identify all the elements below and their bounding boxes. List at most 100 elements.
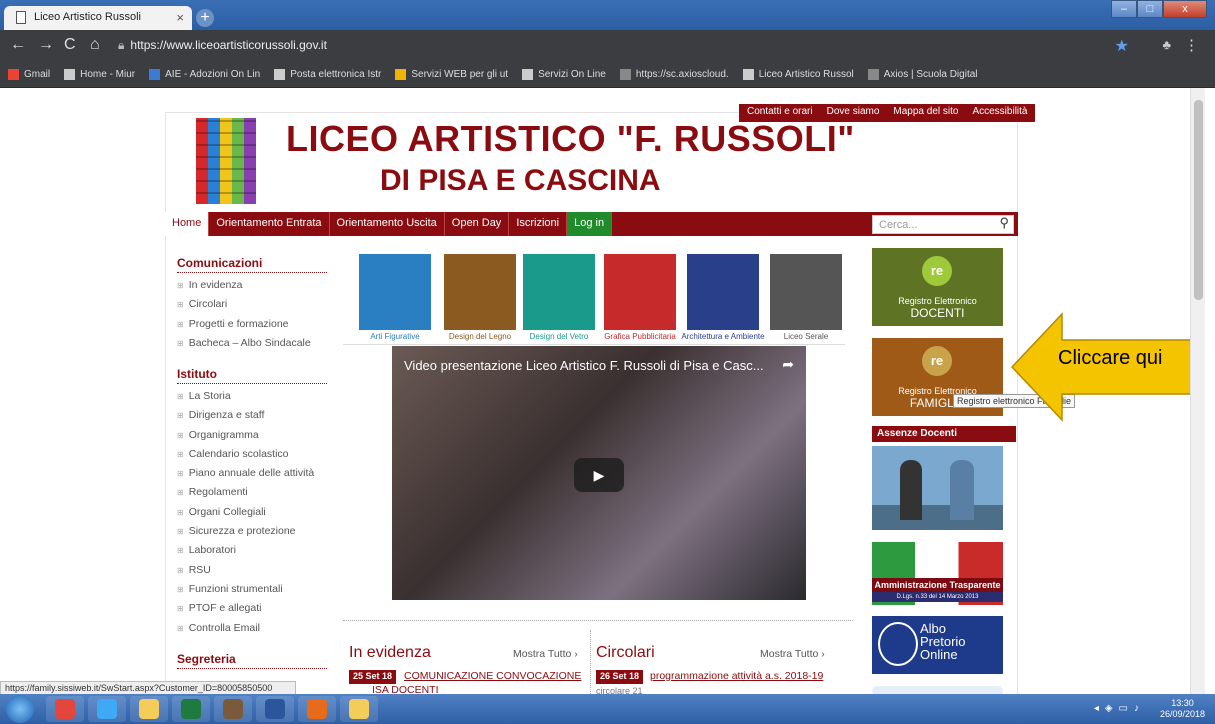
sidebar-item[interactable]: Funzioni strumentali bbox=[177, 580, 327, 599]
sidebar-item[interactable]: Circolari bbox=[177, 295, 327, 314]
bookmark-label: Gmail bbox=[24, 69, 51, 80]
nav-orientamento-entrata[interactable]: Orientamento Entrata bbox=[209, 212, 330, 236]
figure-silhouette bbox=[950, 460, 974, 520]
share-icon[interactable]: ➦ bbox=[782, 356, 794, 373]
tile-2[interactable]: Design del Vetro bbox=[523, 254, 595, 341]
minimize-button[interactable]: – bbox=[1111, 0, 1137, 18]
nav-iscrizioni[interactable]: Iscrizioni bbox=[509, 212, 568, 236]
bookmark-item[interactable]: Servizi WEB per gli ut bbox=[395, 69, 508, 80]
bookmark-item[interactable]: Servizi On Line bbox=[522, 69, 606, 80]
bookmark-item[interactable]: Home - Miur bbox=[64, 69, 135, 80]
assenze-image[interactable] bbox=[872, 446, 1003, 530]
evidenza-news-link-2[interactable]: ISA DOCENTI bbox=[372, 684, 439, 694]
tile-3[interactable]: Grafica Pubblicitaria bbox=[604, 254, 676, 341]
sidebar-item[interactable]: Laboratori bbox=[177, 541, 327, 560]
tile-0[interactable]: Arti Figurative bbox=[359, 254, 431, 341]
taskbar-app[interactable] bbox=[214, 696, 252, 722]
status-url: https://family.sissiweb.it/SwStart.aspx?… bbox=[0, 681, 296, 695]
registro-docenti-label-2: DOCENTI bbox=[910, 306, 965, 320]
albo-pretorio-banner[interactable]: Albo Pretorio Online bbox=[872, 616, 1003, 674]
nav-open-day[interactable]: Open Day bbox=[445, 212, 510, 236]
taskbar-app[interactable] bbox=[298, 696, 336, 722]
circolari-date: 26 Set 18 bbox=[596, 670, 644, 684]
page-icon bbox=[274, 69, 286, 80]
address-bar[interactable]: 🔒︎ https://www.liceoartisticorussoli.gov.… bbox=[118, 38, 327, 53]
page-icon bbox=[16, 11, 26, 24]
tile-label: Design del Vetro bbox=[529, 332, 589, 341]
bookmark-item[interactable]: Posta elettronica Istr bbox=[274, 69, 381, 80]
sidebar-item[interactable]: Organigramma bbox=[177, 426, 327, 445]
sidebar-item[interactable]: Regolamenti bbox=[177, 483, 327, 502]
video-player[interactable]: Video presentazione Liceo Artistico F. R… bbox=[392, 346, 806, 600]
search-icon[interactable]: ⚲ bbox=[999, 215, 1009, 231]
evidenza-more-link[interactable]: Mostra Tutto › bbox=[513, 648, 578, 660]
start-button[interactable] bbox=[6, 695, 34, 723]
sidebar-item[interactable]: PTOF e allegati bbox=[177, 599, 327, 618]
bookmark-label: Home - Miur bbox=[80, 69, 136, 80]
sidebar-item[interactable]: In evidenza bbox=[177, 276, 327, 295]
taskbar-app[interactable] bbox=[256, 696, 294, 722]
reload-icon[interactable]: C bbox=[64, 36, 76, 54]
play-button[interactable]: ▶ bbox=[574, 458, 624, 492]
bookmark-item[interactable]: Gmail bbox=[8, 69, 50, 80]
page-scrollbar[interactable] bbox=[1190, 88, 1205, 694]
tile-4[interactable]: Architettura e Ambiente bbox=[681, 254, 765, 341]
registro-docenti-banner[interactable]: re Registro Elettronico DOCENTI bbox=[872, 248, 1003, 326]
home-icon[interactable]: ⌂ bbox=[90, 36, 100, 54]
forward-icon[interactable]: → bbox=[38, 36, 54, 54]
cookies-banner[interactable] bbox=[872, 686, 1003, 694]
bookmark-star-icon[interactable]: ★ bbox=[1115, 36, 1129, 56]
sidebar-item[interactable]: Controlla Email bbox=[177, 619, 327, 638]
nav-login[interactable]: Log in bbox=[567, 212, 613, 236]
bookmark-item[interactable]: Liceo Artistico Russol bbox=[742, 69, 854, 80]
sidebar-item[interactable]: La Storia bbox=[177, 387, 327, 406]
system-clock[interactable]: 13:30 26/09/2018 bbox=[1160, 698, 1205, 720]
taskbar-app[interactable] bbox=[130, 696, 168, 722]
taskbar-app[interactable] bbox=[340, 696, 378, 722]
site-title: LICEO ARTISTICO "F. RUSSOLI" bbox=[286, 118, 855, 159]
amministrazione-trasparente-banner[interactable]: Amministrazione Trasparente D.Lgs. n.33 … bbox=[872, 542, 1003, 605]
taskbar-app[interactable] bbox=[172, 696, 210, 722]
sidebar-item[interactable]: Progetti e formazione bbox=[177, 315, 327, 334]
bookmark-label: AIE - Adozioni On Lin bbox=[165, 69, 261, 80]
circolari-news-link[interactable]: programmazione attività a.s. 2018-19 bbox=[650, 670, 823, 682]
bookmark-item[interactable]: AIE - Adozioni On Lin bbox=[149, 69, 260, 80]
sidebar-item[interactable]: Bacheca – Albo Sindacale bbox=[177, 334, 327, 353]
search-input[interactable]: Cerca... ⚲ bbox=[872, 215, 1014, 234]
top-link-mappa[interactable]: Mappa del sito bbox=[893, 106, 958, 120]
circolari-more-link[interactable]: Mostra Tutto › bbox=[760, 648, 825, 660]
extension-icon[interactable]: ♣ bbox=[1162, 37, 1171, 52]
video-title[interactable]: Video presentazione Liceo Artistico F. R… bbox=[404, 358, 764, 373]
scrollbar-thumb[interactable] bbox=[1194, 100, 1203, 300]
nav-orientamento-uscita[interactable]: Orientamento Uscita bbox=[330, 212, 445, 236]
tab-close-icon[interactable]: × bbox=[176, 10, 184, 25]
circolari-heading: Circolari bbox=[596, 644, 655, 661]
word-icon bbox=[265, 699, 285, 719]
sidebar-item[interactable]: Calendario scolastico bbox=[177, 445, 327, 464]
top-link-accessibilita[interactable]: Accessibilità bbox=[972, 106, 1027, 120]
bookmark-item[interactable]: https://sc.axioscloud. bbox=[619, 69, 729, 80]
sidebar-item[interactable]: RSU bbox=[177, 561, 327, 580]
sidebar-item[interactable]: Dirigenza e staff bbox=[177, 406, 327, 425]
close-window-button[interactable]: x bbox=[1163, 0, 1207, 18]
ie-icon bbox=[97, 699, 117, 719]
evidenza-news-link[interactable]: COMUNICAZIONE CONVOCAZIONE bbox=[404, 670, 581, 682]
back-icon[interactable]: ← bbox=[10, 36, 26, 54]
sidebar-item[interactable]: Organi Collegiali bbox=[177, 503, 327, 522]
sidebar-item[interactable]: Sicurezza e protezione bbox=[177, 522, 327, 541]
bookmark-item[interactable]: Axios | Scuola Digital bbox=[867, 69, 978, 80]
nav-home[interactable]: Home bbox=[165, 212, 210, 236]
search-placeholder: Cerca... bbox=[879, 219, 918, 231]
browser-tab[interactable]: Liceo Artistico Russoli × bbox=[4, 6, 192, 30]
albo-label: Albo Pretorio Online bbox=[920, 621, 966, 662]
maximize-button[interactable]: □ bbox=[1137, 0, 1163, 18]
axios-icon bbox=[867, 69, 879, 80]
sidebar-item[interactable]: Piano annuale delle attività bbox=[177, 464, 327, 483]
taskbar-app[interactable] bbox=[46, 696, 84, 722]
system-tray[interactable]: ◂◈▭♪ bbox=[1094, 703, 1145, 714]
tile-5[interactable]: Liceo Serale bbox=[770, 254, 842, 341]
new-tab-button[interactable]: + bbox=[196, 9, 214, 27]
browser-menu-icon[interactable]: ⋮ bbox=[1184, 36, 1199, 54]
tile-1[interactable]: Design del Legno bbox=[444, 254, 516, 341]
taskbar-app[interactable] bbox=[88, 696, 126, 722]
